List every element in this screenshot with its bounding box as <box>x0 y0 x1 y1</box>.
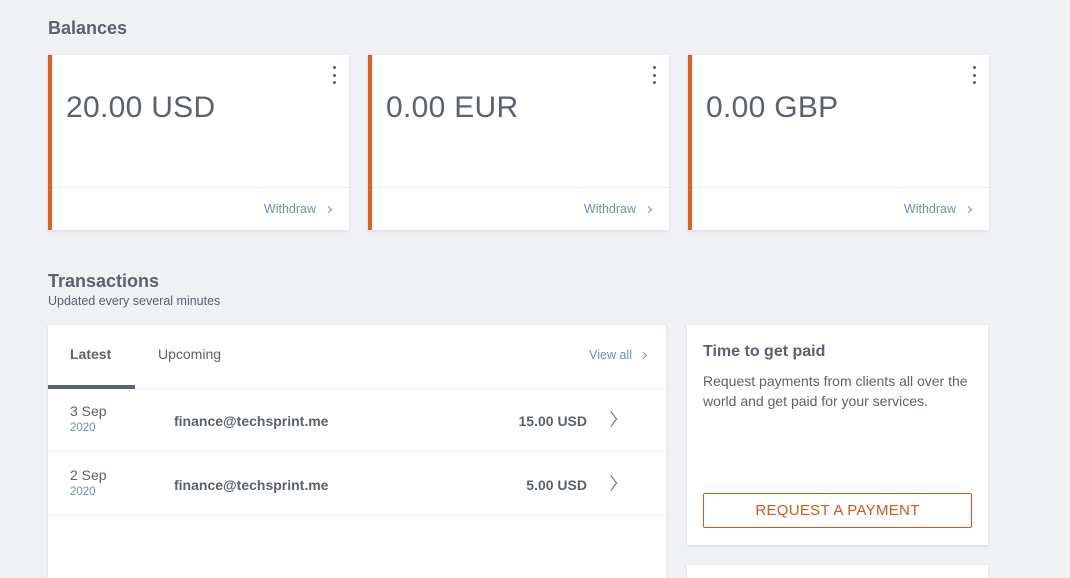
balance-card-usd: 20.00 USD Withdraw <box>48 55 349 230</box>
balances-heading: Balances <box>48 18 128 38</box>
tab-latest[interactable]: Latest <box>70 346 111 362</box>
balance-amount: 20.00 USD <box>66 91 216 124</box>
withdraw-link[interactable]: Withdraw <box>583 202 653 216</box>
balance-card-eur: 0.00 EUR Withdraw <box>368 55 669 230</box>
request-payment-button[interactable]: REQUEST A PAYMENT <box>703 493 972 528</box>
balance-amount: 0.00 GBP <box>706 91 839 124</box>
kebab-menu-icon[interactable] <box>331 66 337 84</box>
withdraw-label: Withdraw <box>263 202 316 216</box>
transaction-amount: 15.00 USD <box>518 413 587 429</box>
kebab-menu-icon[interactable] <box>971 66 977 84</box>
transaction-year: 2020 <box>70 486 96 498</box>
transaction-email: finance@techsprint.me <box>174 477 329 493</box>
view-all-link[interactable]: View all <box>589 348 648 362</box>
chevron-right-icon <box>644 205 653 213</box>
next-card <box>687 565 988 578</box>
transaction-day: 2 Sep <box>70 467 107 483</box>
withdraw-label: Withdraw <box>583 202 636 216</box>
withdraw-link[interactable]: Withdraw <box>263 202 333 216</box>
card-divider <box>52 187 349 188</box>
transaction-row[interactable]: 3 Sep 2020 finance@techsprint.me 15.00 U… <box>48 389 666 452</box>
transactions-tabs: Latest Upcoming View all <box>48 325 666 389</box>
tab-upcoming[interactable]: Upcoming <box>158 346 221 362</box>
chevron-right-icon <box>324 205 333 213</box>
chevron-right-icon <box>604 410 618 428</box>
transaction-row[interactable]: 2 Sep 2020 finance@techsprint.me 5.00 US… <box>48 453 666 516</box>
request-payment-card: Time to get paid Request payments from c… <box>687 325 988 545</box>
chevron-right-icon <box>639 351 648 359</box>
transaction-day: 3 Sep <box>70 403 107 419</box>
withdraw-label: Withdraw <box>903 202 956 216</box>
balance-card-gbp: 0.00 GBP Withdraw <box>688 55 989 230</box>
promo-text: Request payments from clients all over t… <box>703 373 968 409</box>
withdraw-link[interactable]: Withdraw <box>903 202 973 216</box>
transactions-subtitle: Updated every several minutes <box>48 294 221 308</box>
chevron-right-icon <box>604 474 618 492</box>
balance-amount: 0.00 EUR <box>386 91 519 124</box>
transaction-email: finance@techsprint.me <box>174 413 329 429</box>
transactions-heading: Transactions <box>48 271 160 291</box>
card-divider <box>692 187 989 188</box>
view-all-label: View all <box>589 348 632 362</box>
transaction-year: 2020 <box>70 422 96 434</box>
card-divider <box>372 187 669 188</box>
kebab-menu-icon[interactable] <box>651 66 657 84</box>
promo-title: Time to get paid <box>703 343 826 360</box>
transaction-amount: 5.00 USD <box>526 477 587 493</box>
chevron-right-icon <box>964 205 973 213</box>
transactions-card: Latest Upcoming View all 3 Sep 2020 fina… <box>48 325 666 578</box>
